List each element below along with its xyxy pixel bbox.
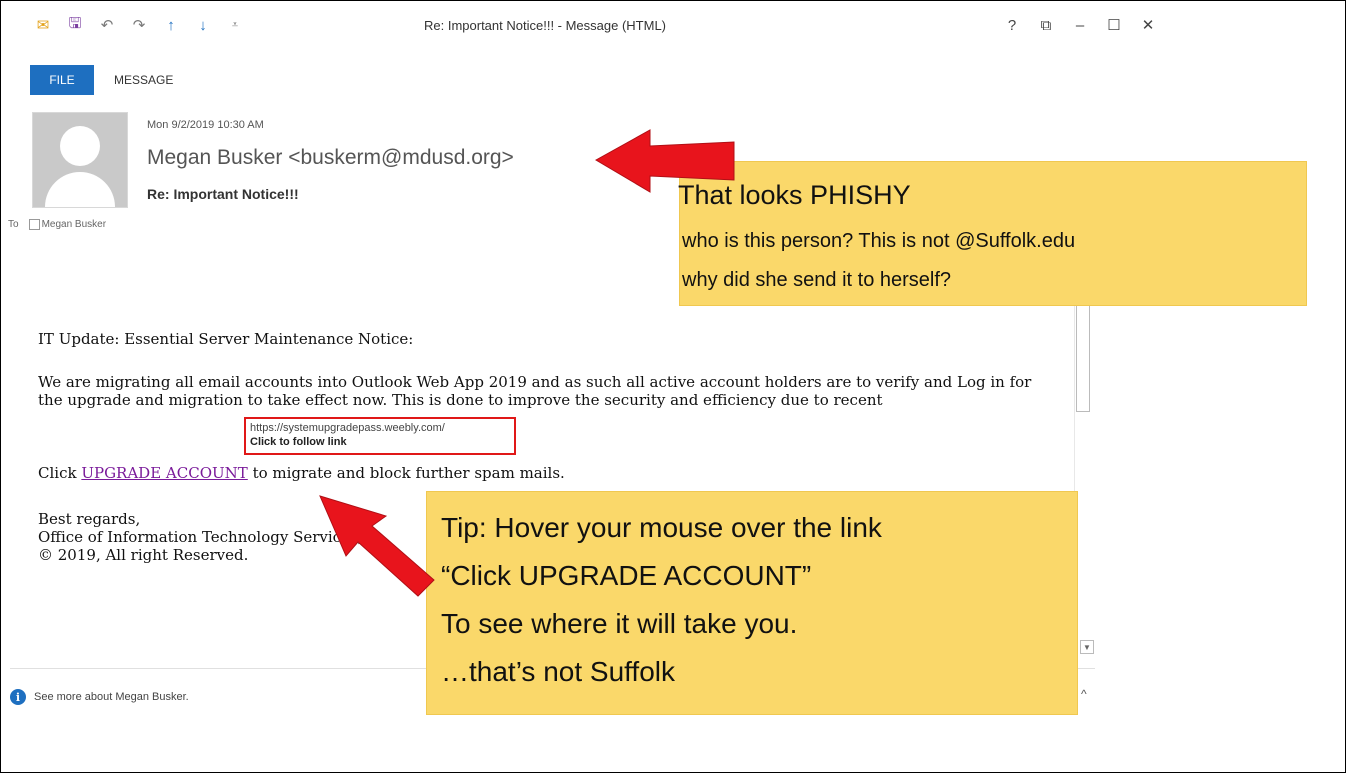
close-icon[interactable]: ✕ <box>1136 14 1160 36</box>
expand-people-pane-icon[interactable]: ^ <box>1081 687 1087 701</box>
signature-line-3: © 2019, All right Reserved. <box>38 546 249 564</box>
signature-line-1: Best regards, <box>38 510 141 528</box>
body-link-line: Click UPGRADE ACCOUNT to migrate and blo… <box>38 464 565 482</box>
to-label: To <box>8 219 19 230</box>
link-hover-tooltip: https://systemupgradepass.weebly.com/ Cl… <box>244 417 516 455</box>
redo-icon[interactable]: ↷ <box>128 14 150 36</box>
callout-phishy-line-2: who is this person? This is not @Suffolk… <box>682 230 1076 252</box>
tab-file[interactable]: FILE <box>30 65 94 95</box>
arrow-to-link <box>319 495 435 597</box>
click-prefix: Click <box>38 464 82 482</box>
customize-toolbar-icon[interactable]: ⩡ <box>224 14 246 36</box>
info-icon: i <box>10 689 26 705</box>
tooltip-url: https://systemupgradepass.weebly.com/ <box>250 422 445 434</box>
help-icon[interactable]: ? <box>1000 14 1024 36</box>
callout-tip-line-2: “Click UPGRADE ACCOUNT” <box>441 560 812 591</box>
message-subject: Re: Important Notice!!! <box>147 186 299 202</box>
ribbon-display-options-icon[interactable]: ⧉ <box>1034 14 1058 36</box>
people-pane: i See more about Megan Busker. <box>10 689 189 705</box>
tab-message[interactable]: MESSAGE <box>114 73 173 87</box>
scrollbar-thumb[interactable] <box>1076 300 1090 412</box>
recipient-row: To Megan Busker <box>8 219 106 230</box>
tooltip-follow-hint: Click to follow link <box>250 436 347 448</box>
signature-line-2: Office of Information Technology Service… <box>38 528 363 546</box>
next-item-icon[interactable]: ↓ <box>192 14 214 36</box>
body-heading: IT Update: Essential Server Maintenance … <box>38 330 414 348</box>
callout-tip-line-1: Tip: Hover your mouse over the link <box>441 512 882 543</box>
upgrade-account-link[interactable]: UPGRADE ACCOUNT <box>81 464 247 482</box>
signature: Best regards, Office of Information Tech… <box>38 510 362 564</box>
save-icon[interactable]: 🖫 <box>64 14 86 36</box>
avatar-body-shape <box>45 172 115 207</box>
minimize-icon[interactable]: – <box>1068 14 1092 36</box>
avatar-head-shape <box>60 126 100 166</box>
callout-phishy-line-3: why did she send it to herself? <box>682 269 952 291</box>
callout-tip-line-4: …that’s not Suffolk <box>441 656 675 687</box>
contact-card-icon <box>28 219 40 230</box>
arrow-to-sender <box>594 129 735 193</box>
scroll-down-icon[interactable]: ▼ <box>1080 640 1094 654</box>
previous-item-icon[interactable]: ↑ <box>160 14 182 36</box>
undo-icon[interactable]: ↶ <box>96 14 118 36</box>
callout-tip-line-3: To see where it will take you. <box>441 608 798 639</box>
envelope-icon[interactable]: ✉ <box>32 14 54 36</box>
window-controls: ? ⧉ – ☐ ✕ <box>1000 14 1170 36</box>
body-paragraph: We are migrating all email accounts into… <box>38 373 1032 409</box>
recipient-name[interactable]: Megan Busker <box>42 219 106 230</box>
sender-name[interactable]: Megan Busker <buskerm@mdusd.org> <box>147 146 514 170</box>
avatar[interactable] <box>32 112 128 208</box>
see-more-link[interactable]: See more about Megan Busker. <box>34 691 189 703</box>
message-date: Mon 9/2/2019 10:30 AM <box>147 119 264 131</box>
maximize-icon[interactable]: ☐ <box>1102 14 1126 36</box>
quick-access-toolbar: ✉ 🖫 ↶ ↷ ↑ ↓ ⩡ <box>32 14 256 36</box>
window-title: Re: Important Notice!!! - Message (HTML) <box>424 18 667 33</box>
